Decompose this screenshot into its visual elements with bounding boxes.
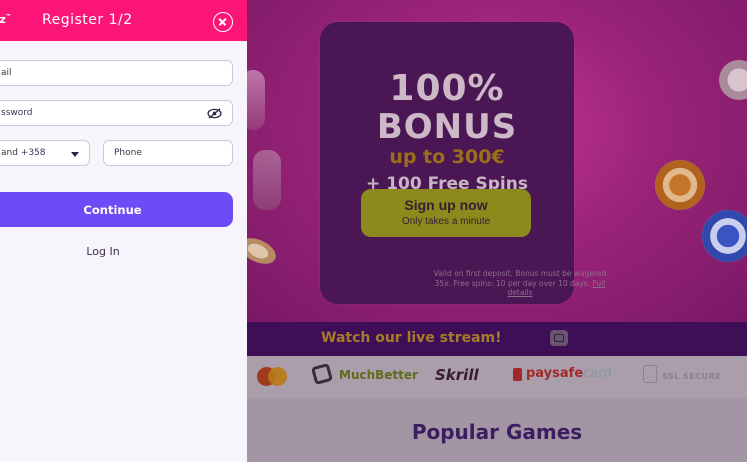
popular-games-section: Popular Games xyxy=(247,398,747,462)
password-field[interactable] xyxy=(0,100,233,126)
signup-sublabel: Only takes a minute xyxy=(401,216,491,227)
register-header: nz™ Register 1/2 xyxy=(0,0,247,41)
paysafe-text: paysafe xyxy=(526,366,584,381)
register-step-title: Register 1/2 xyxy=(42,12,133,28)
email-input[interactable] xyxy=(0,61,232,85)
signup-button[interactable]: Sign up now Only takes a minute xyxy=(361,189,531,237)
bonus-word: BONUS xyxy=(376,107,518,147)
close-icon[interactable] xyxy=(213,12,233,32)
mastercard-icon xyxy=(257,367,287,387)
brand-mark: ™ xyxy=(5,13,11,21)
casino-chip-icon xyxy=(647,152,713,218)
login-link[interactable]: Log In xyxy=(0,245,206,258)
bonus-amount: up to 300€ xyxy=(389,146,505,168)
tv-icon xyxy=(550,330,568,346)
register-panel: nz™ Register 1/2 and +358 Continue Log I… xyxy=(0,0,247,462)
muchbetter-icon xyxy=(310,362,334,386)
brand-logo: nz™ xyxy=(0,13,11,26)
signup-label: Sign up now xyxy=(404,197,488,213)
terms-text: Valid on first deposit. Bonus must be wa… xyxy=(433,269,607,288)
promo-hero: 100% BONUS up to 300€ + 100 Free Spins V… xyxy=(247,0,747,322)
decorative-figure xyxy=(253,150,281,210)
email-field[interactable] xyxy=(0,60,233,86)
muchbetter-logo: MuchBetter xyxy=(339,368,418,382)
payment-methods: MuchBetter Skrill paysafecard SSL SECURE xyxy=(247,356,747,398)
eye-slash-icon[interactable] xyxy=(207,108,222,119)
ssl-lock-icon xyxy=(643,365,657,383)
continue-button[interactable]: Continue xyxy=(0,192,233,227)
paysafecard-logo: paysafecard xyxy=(526,366,612,381)
casino-chip-icon xyxy=(719,60,747,100)
popular-games-title: Popular Games xyxy=(411,420,583,444)
phone-input[interactable] xyxy=(104,141,232,165)
background-page: 100% BONUS up to 300€ + 100 Free Spins V… xyxy=(247,0,747,462)
country-code-select[interactable]: and +358 xyxy=(0,140,90,166)
phone-field[interactable] xyxy=(103,140,233,166)
bonus-percent: 100% xyxy=(389,68,505,109)
casino-chip-icon xyxy=(247,233,280,269)
caret-down-icon xyxy=(71,152,79,157)
paysafecard-lock-icon xyxy=(513,368,522,381)
live-stream-text: Watch our live stream! xyxy=(321,330,502,346)
decorative-figure xyxy=(247,70,265,130)
skrill-logo: Skrill xyxy=(435,366,479,384)
bonus-card: 100% BONUS up to 300€ + 100 Free Spins V… xyxy=(320,22,606,304)
live-stream-banner[interactable]: Watch our live stream! xyxy=(247,322,747,356)
password-input[interactable] xyxy=(0,101,232,125)
country-code-value: and +358 xyxy=(1,148,46,158)
bonus-terms: Valid on first deposit. Bonus must be wa… xyxy=(430,269,610,298)
ssl-secure-label: SSL SECURE xyxy=(662,372,722,381)
paysafe-card-text: card xyxy=(583,366,612,381)
casino-chip-icon xyxy=(702,210,747,262)
